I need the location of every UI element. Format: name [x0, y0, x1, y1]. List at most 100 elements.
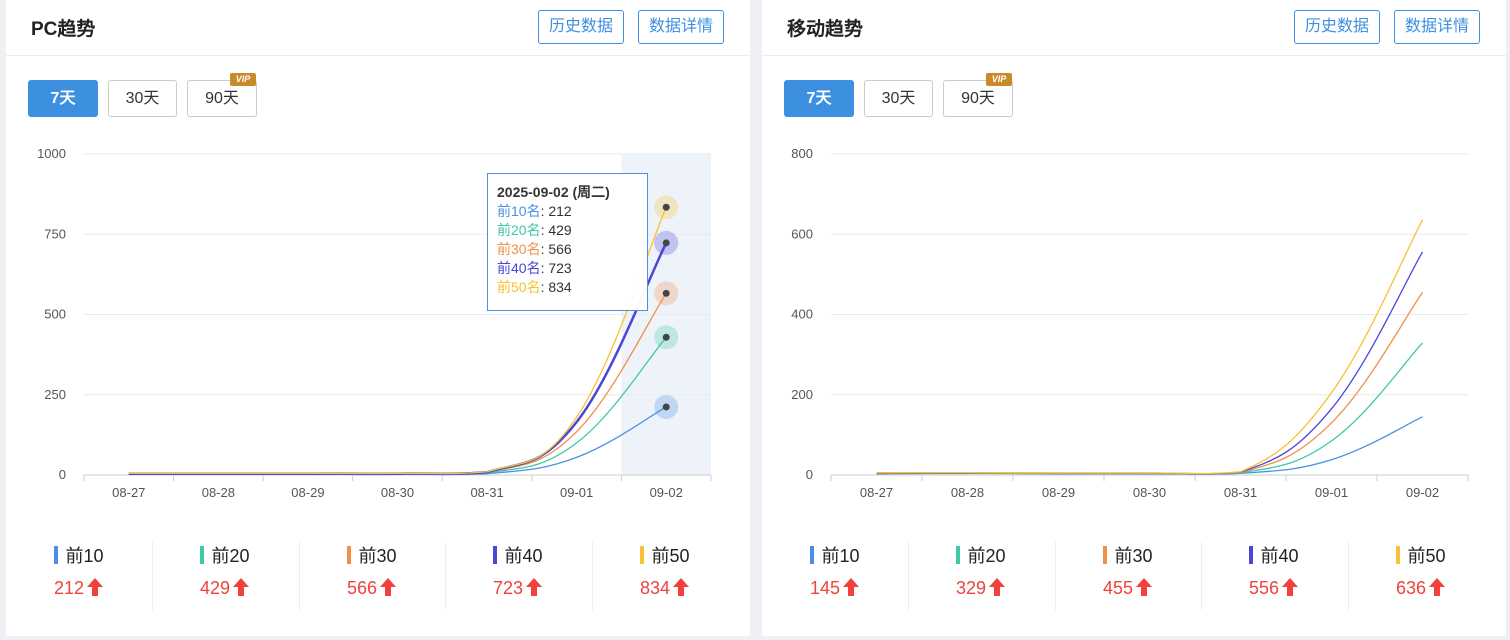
stats-row: 前10 212 前20 429 前30 566 前40 723 前50 834 [6, 540, 750, 612]
stat-value: 329 [908, 577, 1054, 599]
history-data-button[interactable]: 历史数据 [1293, 10, 1380, 44]
range-30-days-button[interactable]: 30天 [864, 80, 933, 117]
x-tick-label: 08-27 [860, 485, 893, 500]
x-tick-label: 08-28 [951, 485, 984, 500]
vip-badge: VIP [230, 73, 256, 86]
x-tick-label: 09-02 [1406, 485, 1439, 500]
series-color-marker [810, 546, 815, 564]
x-tick-label: 08-31 [470, 485, 503, 500]
mobile-trend-panel: 移动趋势 历史数据 数据详情 7天 30天 90天 VIP 0 200 400 600… [762, 0, 1506, 636]
data-point[interactable] [662, 203, 670, 211]
up-arrow-icon [1136, 578, 1153, 596]
range-90-days-button[interactable]: 90天 VIP [943, 73, 1013, 117]
tooltip-row: 前50名: 834 [497, 279, 572, 295]
series-line [876, 251, 1424, 475]
series-color-marker [200, 546, 205, 564]
range-7-days-button[interactable]: 7天 [28, 80, 98, 117]
history-data-button[interactable]: 历史数据 [537, 10, 624, 44]
up-arrow-icon [843, 578, 860, 596]
series-color-marker [640, 546, 645, 564]
x-tick-label: 08-28 [202, 485, 235, 500]
tooltip-row: 前30名: 566 [497, 241, 572, 257]
data-point[interactable] [662, 239, 670, 247]
up-arrow-icon [87, 578, 104, 596]
data-point[interactable] [662, 403, 670, 411]
panel-title: PC趋势 [31, 19, 96, 40]
stat-label: 前30 [1055, 542, 1201, 568]
up-arrow-icon [233, 578, 250, 596]
stat-label: 前20 [152, 542, 298, 568]
x-tick-label: 08-29 [1042, 485, 1075, 500]
stat-item: 前50 636 [1348, 540, 1494, 612]
stat-value: 566 [299, 577, 445, 599]
tooltip-row: 前40名: 723 [497, 260, 572, 276]
stat-item: 前40 556 [1201, 540, 1347, 612]
y-tick-label: 0 [806, 467, 813, 482]
series-color-marker [956, 546, 961, 564]
data-point[interactable] [662, 289, 670, 297]
mobile-trend-chart[interactable]: 0 200 400 600 800 08-27 08-28 08-29 08-30 08-31 09… [762, 130, 1506, 510]
stat-value: 145 [762, 577, 908, 599]
x-tick-label: 08-30 [1133, 485, 1166, 500]
stats-row: 前10 145 前20 329 前30 455 前40 556 前50 636 [762, 540, 1506, 612]
stat-label: 前50 [1348, 542, 1494, 568]
stat-value: 723 [445, 577, 591, 599]
y-tick-label: 1000 [37, 146, 66, 161]
chart-tooltip: 2025-09-02 (周二) 前10名: 212 前20名: 429 前30名… [487, 173, 648, 311]
range-30-days-button[interactable]: 30天 [108, 80, 177, 117]
panel-header: PC趋势 历史数据 数据详情 [6, 0, 750, 56]
series-line [876, 292, 1424, 475]
series-line [876, 416, 1423, 475]
stat-item: 前10 145 [762, 540, 908, 612]
y-tick-label: 750 [44, 226, 66, 241]
panel-header: 移动趋势 历史数据 数据详情 [762, 0, 1506, 56]
up-arrow-icon [989, 578, 1006, 596]
pc-trend-panel: PC趋势 历史数据 数据详情 7天 30天 90天 VIP 0 250 500 750… [6, 0, 750, 636]
up-arrow-icon [526, 578, 543, 596]
stat-item: 前30 566 [299, 540, 445, 612]
stat-label: 前10 [6, 542, 152, 568]
tooltip-row: 前10名: 212 [497, 203, 572, 219]
range-90-days-button[interactable]: 90天 VIP [187, 73, 257, 117]
y-tick-label: 600 [791, 226, 813, 241]
data-point[interactable] [662, 333, 670, 341]
series-line [128, 292, 667, 475]
up-arrow-icon [1429, 578, 1446, 596]
panel-title: 移动趋势 [787, 19, 864, 40]
series-color-marker [1249, 546, 1254, 564]
y-tick-label: 400 [791, 307, 813, 322]
stat-label: 前50 [592, 542, 738, 568]
data-details-button[interactable]: 数据详情 [637, 10, 724, 44]
stat-label: 前30 [299, 542, 445, 568]
stat-label: 前40 [445, 542, 591, 568]
stat-item: 前20 429 [152, 540, 298, 612]
series-color-marker [493, 546, 498, 564]
stat-value: 636 [1348, 577, 1494, 599]
tooltip-row: 前20名: 429 [497, 222, 572, 238]
up-arrow-icon [380, 578, 397, 596]
up-arrow-icon [1282, 578, 1299, 596]
series-color-marker [54, 546, 59, 564]
range-90-label: 90天 [961, 90, 995, 107]
series-color-marker [1103, 546, 1108, 564]
data-details-button[interactable]: 数据详情 [1393, 10, 1480, 44]
x-tick-label: 09-01 [1315, 485, 1348, 500]
series-line [128, 406, 667, 476]
y-tick-label: 250 [44, 387, 66, 402]
series-line [876, 219, 1424, 475]
x-tick-label: 09-02 [650, 485, 683, 500]
x-tick-label: 08-30 [381, 485, 414, 500]
tooltip-date: 2025-09-02 (周二) [497, 184, 610, 200]
vip-badge: VIP [986, 73, 1012, 86]
stat-label: 前40 [1201, 542, 1347, 568]
stat-value: 556 [1201, 577, 1347, 599]
range-7-days-button[interactable]: 7天 [784, 80, 854, 117]
y-tick-label: 800 [791, 146, 813, 161]
range-90-label: 90天 [205, 90, 239, 107]
x-tick-label: 08-31 [1224, 485, 1257, 500]
y-tick-label: 0 [59, 467, 66, 482]
stat-item: 前10 212 [6, 540, 152, 612]
stat-value: 212 [6, 577, 152, 599]
x-tick-label: 09-01 [560, 485, 593, 500]
series-color-marker [1396, 546, 1401, 564]
